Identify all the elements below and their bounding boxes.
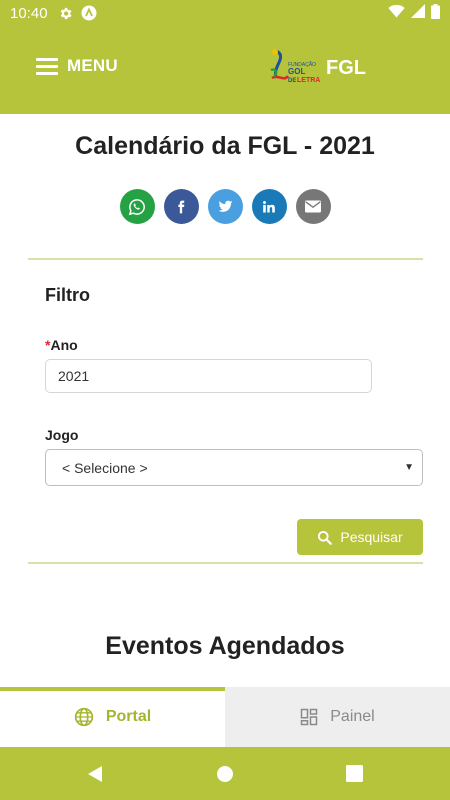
search-button-label: Pesquisar <box>340 529 403 545</box>
linkedin-share-button[interactable] <box>251 189 287 224</box>
tab-painel[interactable]: Painel <box>225 687 450 747</box>
events-title: Eventos Agendados <box>105 632 345 660</box>
tab-painel-label: Painel <box>330 708 375 725</box>
search-icon <box>318 530 333 545</box>
game-select[interactable]: < Selecione > ▼ <box>45 449 423 486</box>
recents-icon[interactable] <box>346 765 363 782</box>
home-icon[interactable] <box>216 765 234 783</box>
email-icon <box>305 200 321 213</box>
filter-title: Filtro <box>45 285 90 305</box>
year-input[interactable]: 2021 <box>45 359 372 393</box>
logo-letra: LETRA <box>297 77 320 84</box>
wifi-icon <box>388 4 405 22</box>
fgl-logo[interactable]: FUNDAÇÃO GOL DE LETRA FGL <box>268 48 366 88</box>
tab-portal[interactable]: Portal <box>0 687 225 747</box>
share-buttons <box>0 189 450 224</box>
top-bar: 10:40 MENU FUNDAÇÃO GOL DE LETRA FGL <box>0 0 450 114</box>
dropdown-arrow-icon: ▼ <box>404 462 414 473</box>
twitter-share-button[interactable] <box>207 189 243 224</box>
logo-gol: GOL <box>288 67 305 76</box>
globe-icon <box>74 707 93 727</box>
logo-de: DE <box>288 78 296 84</box>
battery-icon <box>431 3 440 23</box>
year-label: *Ano <box>45 337 78 353</box>
whatsapp-icon <box>128 198 145 215</box>
page-title: Calendário da FGL - 2021 <box>75 132 375 160</box>
menu-button[interactable]: MENU <box>36 56 118 76</box>
search-button[interactable]: Pesquisar <box>297 519 423 555</box>
facebook-share-button[interactable] <box>163 189 199 224</box>
settings-gear-icon <box>58 6 73 21</box>
menu-label: MENU <box>67 56 118 75</box>
gol-de-letra-logo-icon: FUNDAÇÃO GOL DE LETRA <box>270 49 320 84</box>
year-label-text: Ano <box>50 337 78 353</box>
divider-bottom <box>28 562 423 564</box>
divider-top <box>28 258 423 260</box>
hamburger-icon <box>36 57 58 75</box>
linkedin-icon <box>263 200 275 213</box>
signal-icon <box>411 4 425 22</box>
app-notification-icon <box>81 5 97 21</box>
game-select-value: < Selecione > <box>62 459 148 476</box>
facebook-icon <box>178 200 185 213</box>
whatsapp-share-button[interactable] <box>119 189 155 224</box>
logo-text: FGL <box>326 56 366 79</box>
app-bar: MENU FUNDAÇÃO GOL DE LETRA FGL <box>0 42 450 94</box>
status-indicators <box>388 3 440 23</box>
twitter-icon <box>218 200 232 212</box>
system-nav-bar <box>0 747 450 800</box>
back-icon[interactable] <box>86 765 104 783</box>
email-share-button[interactable] <box>295 189 331 224</box>
game-label: Jogo <box>45 427 79 443</box>
dashboard-icon <box>301 708 318 726</box>
status-time: 10:40 <box>10 4 48 22</box>
tab-portal-label: Portal <box>105 708 152 725</box>
year-input-value: 2021 <box>58 368 90 384</box>
status-bar: 10:40 <box>0 0 450 26</box>
bottom-tab-bar: Portal Painel <box>0 687 450 747</box>
